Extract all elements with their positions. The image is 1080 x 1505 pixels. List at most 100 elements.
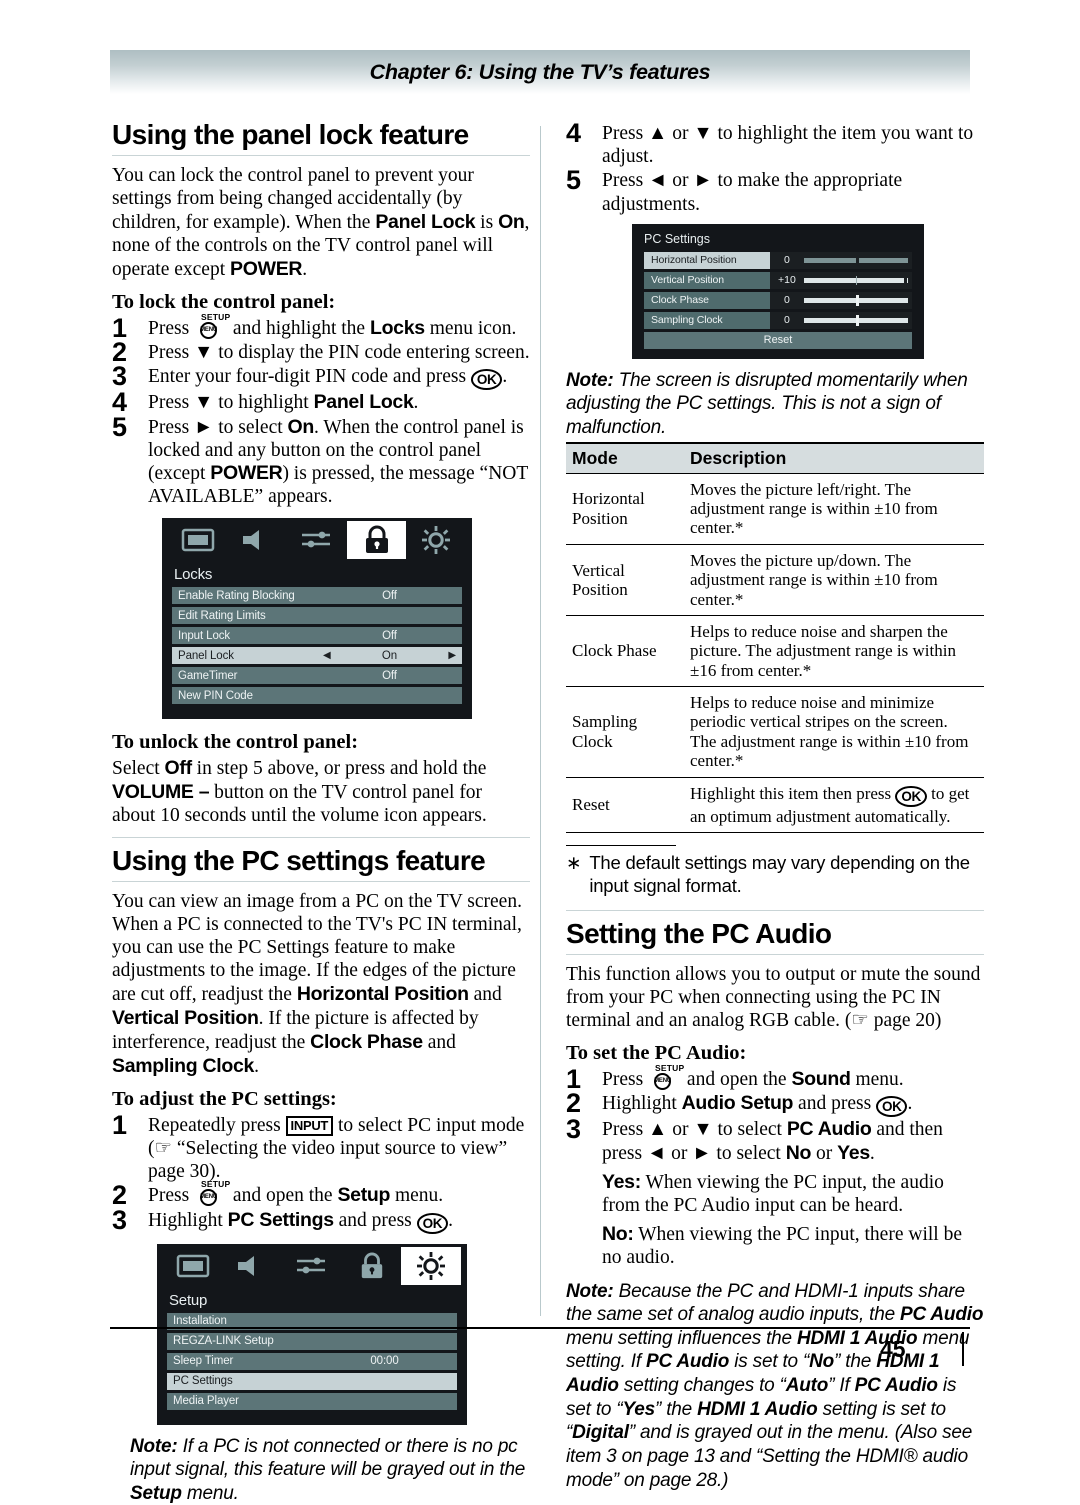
pc-audio-no-description: No: When viewing the PC input, there wil… — [602, 1223, 962, 1269]
heading-to-adjust-pc-settings: To adjust the PC settings: — [112, 1087, 337, 1110]
osd-row-sleep-timer[interactable]: Sleep Timer 00:00 — [167, 1352, 457, 1370]
rule — [566, 909, 984, 911]
osd-row-panel-lock[interactable]: Panel Lock ◀ On ▶ — [172, 647, 462, 665]
rule — [112, 155, 530, 157]
pc-audio-intro-paragraph: This function allows you to output or mu… — [566, 964, 981, 1032]
pc-settings-intro-paragraph: You can view an image from a PC on the T… — [112, 891, 522, 1077]
section-title-pc-audio: Setting the PC Audio — [566, 917, 832, 949]
osd-row-list: Installation REGZA-LINK Setup Sleep Time… — [157, 1312, 467, 1425]
osd-menu-title: Locks — [174, 566, 213, 584]
pc-audio-yes-description: Yes: When viewing the PC input, the audi… — [602, 1170, 944, 1216]
slider-track[interactable] — [803, 314, 908, 326]
table-row: Vertical Position Moves the picture up/d… — [566, 543, 984, 616]
section-title-pc-settings: Using the PC settings feature — [112, 845, 486, 877]
left-arrow-icon[interactable]: ◀ — [317, 650, 331, 661]
footer-rule — [110, 1327, 970, 1329]
osd-row-reset[interactable]: Reset — [644, 331, 912, 349]
page-number-rule — [962, 1332, 964, 1366]
column-header-description: Description — [684, 441, 984, 474]
osd-row-list: Enable Rating Blocking Off Edit Rating L… — [162, 587, 472, 719]
lock-steps-list: 1 Press SETUP MENU and highlight the Lock… — [112, 311, 530, 508]
rule — [112, 837, 530, 839]
list-item: 4 Press ▼ to highlight Panel Lock. — [112, 387, 419, 418]
pc-audio-steps-list: 1 Press SETUP MENU and open the Sound men… — [566, 1063, 984, 1269]
locks-icon — [346, 521, 407, 560]
preferences-icon — [282, 1247, 342, 1285]
setup-menu-screenshot: Setup Installation REGZA-LINK Setup Slee… — [157, 1243, 467, 1425]
footnote: ∗ The default settings may vary dependin… — [566, 852, 984, 898]
ok-key-icon: OK — [895, 785, 927, 807]
column-header-mode: Mode — [566, 441, 684, 474]
list-item: 1 Repeatedly press INPUT to select PC in… — [112, 1109, 525, 1183]
setup-menu-key-icon: SETUP MENU — [648, 1063, 684, 1091]
pc-settings-screenshot: PC Settings Horizontal Position 0 Vertic… — [632, 223, 924, 359]
note-pc-hdmi-shared-audio: Note: Because the PC and HDMI-1 inputs s… — [566, 1280, 984, 1491]
setup-icon — [401, 1246, 461, 1285]
panel-lock-intro-paragraph: You can lock the control panel to preven… — [112, 165, 530, 281]
osd-row-regza-link-setup[interactable]: REGZA-LINK Setup — [167, 1332, 457, 1350]
osd-row-sampling-clock[interactable]: Sampling Clock 0 — [644, 311, 912, 329]
footnote-text: The default settings may vary depending … — [589, 852, 970, 897]
osd-row-pc-settings[interactable]: PC Settings — [167, 1372, 457, 1390]
list-item: 3 Press ▲ or ▼ to select PC Audio and th… — [566, 1114, 984, 1269]
table-row: Sampling Clock Helps to reduce noise and… — [566, 686, 984, 778]
table-row: Reset Highlight this item then press OK … — [566, 776, 984, 833]
pc-settings-steps-continued: 4 Press ▲ or ▼ to highlight the item you… — [566, 118, 984, 216]
list-item: 3 Enter your four-digit PIN code and pre… — [112, 361, 508, 392]
osd-row-enable-rating-blocking[interactable]: Enable Rating Blocking Off — [172, 587, 462, 605]
chapter-title: Chapter 6: Using the TV’s features — [369, 59, 711, 84]
osd-row-list: Horizontal Position 0 Vertical Position … — [632, 251, 924, 329]
table-row: Horizontal Position Moves the picture le… — [566, 472, 984, 545]
note-pc-not-connected: Note: If a PC is not connected or there … — [130, 1435, 526, 1504]
osd-row-horizontal-position[interactable]: Horizontal Position 0 — [644, 251, 912, 269]
osd-row-new-pin-code[interactable]: New PIN Code — [172, 687, 462, 705]
list-item: 2 Highlight Audio Setup and press OK. — [566, 1088, 913, 1119]
sound-icon — [223, 1247, 283, 1285]
slider-track[interactable] — [803, 274, 908, 286]
osd-menu-title: PC Settings — [644, 231, 711, 246]
adjust-steps-list: 1 Repeatedly press INPUT to select PC in… — [112, 1109, 530, 1235]
ok-key-icon: OK — [416, 1212, 449, 1234]
table-row: Clock Phase Helps to reduce noise and sh… — [566, 614, 984, 687]
osd-row-media-player[interactable]: Media Player — [167, 1392, 457, 1410]
osd-icon-bar — [162, 518, 472, 563]
setup-menu-key-icon: SETUP MENU — [194, 1179, 230, 1207]
osd-row-gametimer[interactable]: GameTimer Off — [172, 667, 462, 685]
right-column: 4 Press ▲ or ▼ to highlight the item you… — [566, 118, 984, 1492]
list-item: 1 Press SETUP MENU and highlight the Lock… — [112, 311, 517, 343]
section-title-panel-lock: Using the panel lock feature — [112, 119, 469, 150]
slider-track[interactable] — [803, 294, 908, 306]
osd-row-input-lock[interactable]: Input Lock Off — [172, 627, 462, 645]
list-item: 3 Highlight PC Settings and press OK. — [112, 1204, 453, 1235]
list-item: 2 Press ▼ to display the PIN code enteri… — [112, 337, 530, 368]
input-key-icon: INPUT — [285, 1115, 334, 1136]
heading-to-lock-control-panel: To lock the control panel: — [112, 290, 336, 313]
osd-row-edit-rating-limits[interactable]: Edit Rating Limits — [172, 607, 462, 625]
column-divider — [540, 126, 541, 1316]
rule — [566, 954, 984, 956]
list-item: 5 Press ► to select On. When the control… — [112, 411, 528, 508]
ok-key-icon: OK — [876, 1096, 908, 1118]
list-item: 2 Press SETUP MENU and open the Setup men… — [112, 1179, 444, 1211]
ok-key-icon: OK — [470, 369, 503, 391]
footnote-rule — [566, 844, 676, 847]
unlock-paragraph: Select Off in step 5 above, or press and… — [112, 757, 487, 827]
sound-icon — [228, 521, 288, 559]
list-item: 4 Press ▲ or ▼ to highlight the item you… — [566, 118, 974, 168]
heading-to-set-pc-audio: To set the PC Audio: — [566, 1042, 747, 1065]
setup-icon — [406, 521, 466, 559]
rule — [112, 881, 530, 883]
osd-row-vertical-position[interactable]: Vertical Position +10 — [644, 271, 912, 289]
right-arrow-icon[interactable]: ▶ — [448, 650, 462, 661]
heading-to-unlock-control-panel: To unlock the control panel: — [112, 731, 359, 754]
locks-menu-screenshot: Locks Enable Rating Blocking Off Edit Ra… — [162, 518, 472, 720]
page-number: 45 — [880, 1336, 906, 1362]
list-item: 5 Press ◄ or ► to make the appropriate a… — [566, 165, 903, 215]
osd-row-clock-phase[interactable]: Clock Phase 0 — [644, 291, 912, 309]
picture-icon — [168, 521, 228, 559]
table-header-row: Mode Description — [566, 441, 984, 474]
left-column: Using the panel lock feature You can loc… — [112, 120, 530, 1505]
slider-track[interactable] — [803, 254, 908, 266]
list-item: 1 Press SETUP MENU and open the Sound men… — [566, 1063, 904, 1095]
osd-icon-bar — [157, 1243, 467, 1288]
